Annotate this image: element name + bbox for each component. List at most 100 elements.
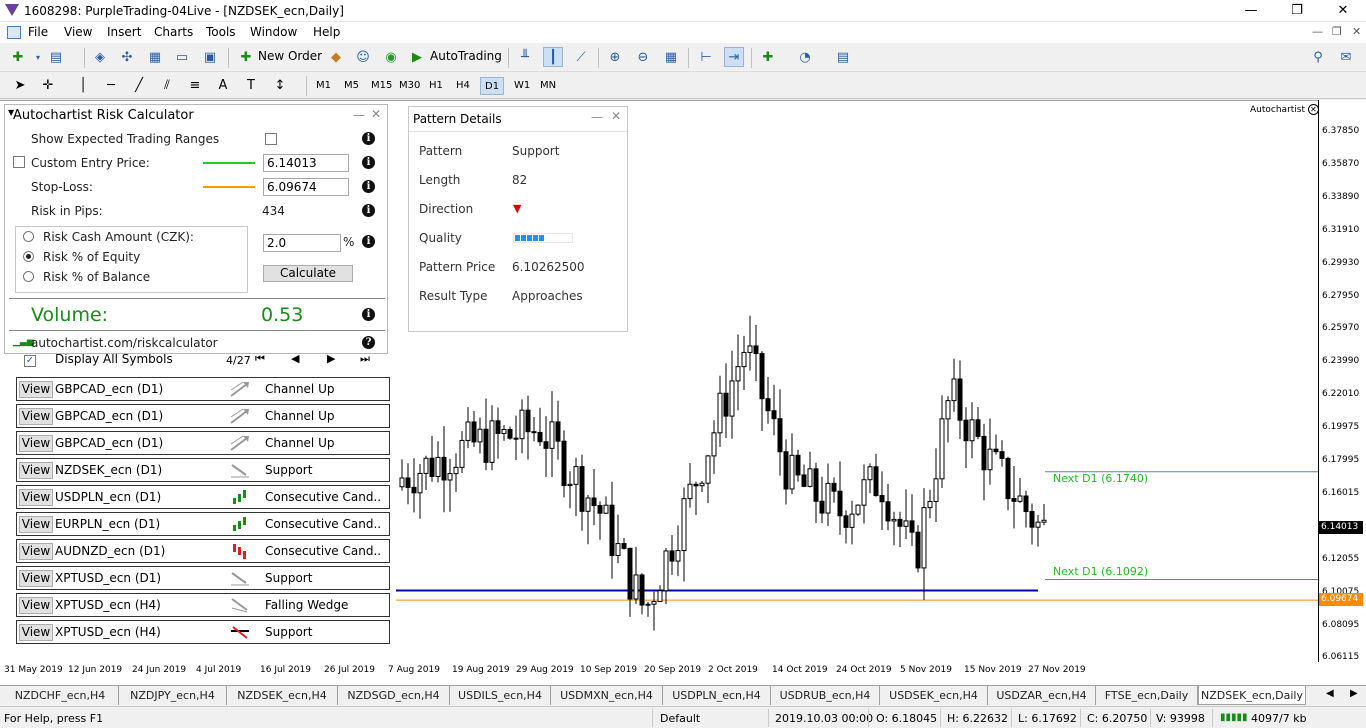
info-icon[interactable]: i: [362, 156, 375, 169]
tab-nzdsek-ecn-h4[interactable]: NZDSEK_ecn,H4: [227, 686, 338, 705]
list-item[interactable]: View USDPLN_ecn (D1) Consecutive Cand..: [16, 485, 390, 509]
tab-usdsek-ecn-h4[interactable]: USDSEK_ecn,H4: [880, 686, 988, 705]
list-item[interactable]: View NZDSEK_ecn (D1) Support: [16, 458, 390, 482]
tab-scroll-left-icon[interactable]: ◀: [1326, 688, 1334, 699]
risk-cash-radio[interactable]: [23, 231, 34, 242]
riskcalculator-link[interactable]: autochartist.com/riskcalculator: [31, 336, 218, 350]
info-icon[interactable]: i: [362, 204, 375, 217]
channel-icon[interactable]: ⫽: [157, 76, 177, 96]
show-ranges-checkbox[interactable]: [265, 133, 277, 145]
data-window-icon[interactable]: ▦: [145, 48, 165, 68]
panel-close-icon[interactable]: ✕: [371, 107, 381, 121]
autotrading-button[interactable]: AutoTrading: [430, 49, 502, 63]
calculate-button[interactable]: Calculate: [263, 265, 353, 282]
autotrading-icon[interactable]: ▶: [407, 48, 427, 68]
close-button[interactable]: ✕: [1320, 0, 1366, 22]
new-order-icon[interactable]: ✚: [236, 48, 256, 68]
view-button[interactable]: View: [19, 543, 53, 560]
tab-scroll-right-icon[interactable]: ▶: [1350, 688, 1358, 699]
tab-nzdchf-ecn-h4[interactable]: NZDCHF_ecn,H4: [2, 686, 119, 705]
view-button[interactable]: View: [19, 462, 53, 479]
entry-price-input[interactable]: 6.14013: [263, 154, 349, 172]
info-icon[interactable]: i: [362, 308, 375, 321]
tab-ftse-ecn-daily[interactable]: FTSE_ecn,Daily: [1096, 686, 1198, 705]
tf-m5[interactable]: M5: [340, 77, 363, 95]
view-button[interactable]: View: [19, 624, 53, 641]
minimize-button[interactable]: —: [1228, 0, 1274, 22]
panel-close-icon[interactable]: ✕: [611, 109, 621, 123]
tab-usdpln-ecn-h4[interactable]: USDPLN_ecn,H4: [663, 686, 771, 705]
help-icon[interactable]: ?: [362, 336, 375, 349]
periods-icon[interactable]: ◔: [795, 48, 815, 68]
trendline-icon[interactable]: ╱: [129, 76, 149, 96]
bar-chart-icon[interactable]: ╨: [515, 48, 535, 68]
tf-m15[interactable]: M15: [367, 77, 396, 95]
profiles-icon[interactable]: ▤: [46, 48, 66, 68]
candlestick-chart-icon[interactable]: ┃: [543, 47, 563, 67]
new-order-button[interactable]: New Order: [258, 49, 322, 63]
last-page-icon[interactable]: ⏭: [360, 352, 370, 366]
tf-mn[interactable]: MN: [536, 77, 560, 95]
view-button[interactable]: View: [19, 408, 53, 425]
search-icon[interactable]: ⚲: [1308, 48, 1328, 68]
menu-insert[interactable]: Insert: [107, 25, 141, 39]
strategy-tester-icon[interactable]: ▣: [200, 48, 220, 68]
chart-shift-icon[interactable]: ⊢: [696, 48, 716, 68]
vertical-line-icon[interactable]: │: [73, 76, 93, 96]
tile-windows-icon[interactable]: ▦: [661, 48, 681, 68]
view-button[interactable]: View: [19, 516, 53, 533]
list-item[interactable]: View XPTUSD_ecn (H4) Support: [16, 620, 390, 644]
tf-h4[interactable]: H4: [452, 77, 474, 95]
mdi-restore-button[interactable]: ❐: [1332, 25, 1342, 38]
risk-equity-radio[interactable]: [23, 251, 34, 262]
view-button[interactable]: View: [19, 435, 53, 452]
panel-minimize-icon[interactable]: —: [591, 110, 603, 124]
market-watch-icon[interactable]: ◈: [90, 48, 110, 68]
stop-loss-input[interactable]: 6.09674: [263, 178, 349, 196]
close-circle-icon[interactable]: ✕: [1307, 104, 1319, 115]
menu-file[interactable]: File: [28, 25, 48, 39]
tf-h1[interactable]: H1: [425, 77, 447, 95]
tab-nzdsgd-ecn-h4[interactable]: NZDSGD_ecn,H4: [338, 686, 450, 705]
market-icon[interactable]: ◉: [381, 48, 401, 68]
crosshair-icon[interactable]: ✛: [38, 76, 58, 96]
tab-usdmxn-ecn-h4[interactable]: USDMXN_ecn,H4: [551, 686, 663, 705]
list-item[interactable]: View EURPLN_ecn (D1) Consecutive Cand..: [16, 512, 390, 536]
line-chart-icon[interactable]: ⟋: [571, 48, 591, 68]
arrows-icon[interactable]: ↕: [270, 76, 290, 96]
tf-w1[interactable]: W1: [510, 77, 534, 95]
dropdown-icon[interactable]: ▾: [28, 48, 48, 68]
maximize-button[interactable]: ❐: [1274, 0, 1320, 22]
view-button[interactable]: View: [19, 597, 53, 614]
menu-tools[interactable]: Tools: [206, 25, 236, 39]
terminal-icon[interactable]: ▭: [172, 48, 192, 68]
tf-d1[interactable]: D1: [480, 77, 505, 95]
mdi-minimize-button[interactable]: —: [1312, 25, 1323, 38]
tab-usdrub-ecn-h4[interactable]: USDRUB_ecn,H4: [771, 686, 880, 705]
menu-help[interactable]: Help: [313, 25, 340, 39]
connection-icon[interactable]: ▮▮▮▮▮: [1220, 712, 1248, 723]
indicators-icon[interactable]: ✚: [758, 48, 778, 68]
cursor-icon[interactable]: ➤: [10, 76, 30, 96]
navigator-icon[interactable]: ✣: [117, 48, 137, 68]
list-item[interactable]: View GBPCAD_ecn (D1) Channel Up: [16, 404, 390, 428]
signals-icon[interactable]: ☺: [353, 48, 373, 68]
zoom-in-icon[interactable]: ⊕: [605, 48, 625, 68]
info-icon[interactable]: i: [362, 180, 375, 193]
autoscroll-icon[interactable]: ⇥: [724, 47, 744, 67]
fibonacci-icon[interactable]: ≡: [185, 76, 205, 96]
tab-usdils-ecn-h4[interactable]: USDILS_ecn,H4: [450, 686, 551, 705]
list-item[interactable]: View XPTUSD_ecn (H4) Falling Wedge: [16, 593, 390, 617]
custom-entry-checkbox[interactable]: [13, 156, 25, 168]
menu-charts[interactable]: Charts: [154, 25, 193, 39]
new-chart-icon[interactable]: ✚: [8, 48, 28, 68]
horizontal-line-icon[interactable]: ─: [101, 76, 121, 96]
tf-m30[interactable]: M30: [395, 77, 424, 95]
menu-window[interactable]: Window: [250, 25, 297, 39]
list-item[interactable]: View GBPCAD_ecn (D1) Channel Up: [16, 431, 390, 455]
risk-balance-radio[interactable]: [23, 271, 34, 282]
info-icon[interactable]: i: [362, 235, 375, 248]
view-button[interactable]: View: [19, 489, 53, 506]
panel-minimize-icon[interactable]: —: [353, 108, 365, 122]
zoom-out-icon[interactable]: ⊖: [633, 48, 653, 68]
